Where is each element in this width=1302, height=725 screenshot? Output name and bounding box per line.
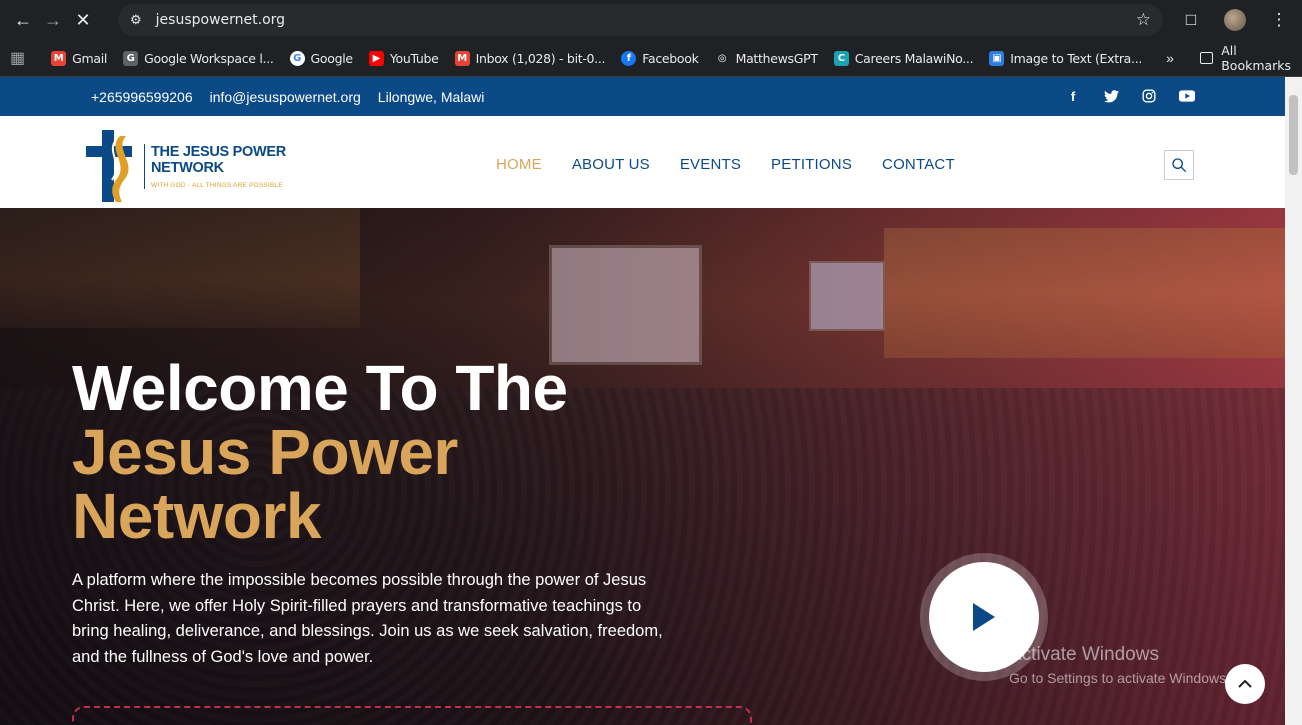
gmail-icon: M	[51, 50, 67, 66]
hero-heading-line1: Welcome To The	[72, 352, 568, 424]
bookmark-label: Google	[310, 50, 354, 66]
bookmark-label: Image to Text (Extra...	[1010, 50, 1143, 66]
browser-menu-icon[interactable]: ⋮	[1264, 5, 1294, 35]
cross-logo-icon	[86, 130, 138, 202]
nav-contact[interactable]: CONTACT	[882, 156, 955, 173]
site-header: THE JESUS POWER NETWORK WITH GOD - ALL T…	[0, 116, 1285, 208]
activate-windows-subtitle: Go to Settings to activate Windows.	[1009, 670, 1230, 686]
search-icon	[1172, 158, 1187, 173]
bookmark-item[interactable]: G Google	[289, 50, 354, 66]
bookmark-label: Inbox (1,028) - bit-0...	[475, 50, 606, 66]
all-bookmarks-button[interactable]: All Bookmarks	[1199, 43, 1294, 73]
facebook-icon: f	[621, 50, 637, 66]
search-button[interactable]	[1164, 150, 1194, 180]
image-text-icon: ▣	[989, 50, 1005, 66]
youtube-icon: ▶	[368, 50, 384, 66]
bookmark-label: Gmail	[72, 50, 108, 66]
site-info-icon[interactable]: ⚙	[130, 12, 142, 28]
nav-petitions[interactable]: PETITIONS	[771, 156, 852, 173]
activate-windows-watermark: Activate Windows Go to Settings to activ…	[1009, 644, 1230, 686]
scrollbar-thumb[interactable]	[1289, 95, 1298, 175]
bookmark-label: YouTube	[389, 50, 439, 66]
contact-topbar: +265996599206 info@jesuspowernet.org Lil…	[0, 77, 1285, 116]
careers-icon: C	[833, 50, 849, 66]
hero-heading-line2: Jesus Power	[72, 416, 458, 488]
instagram-icon[interactable]	[1141, 88, 1157, 104]
hero-description: A platform where the impossible becomes …	[72, 571, 663, 666]
all-bookmarks-label: All Bookmarks	[1221, 43, 1292, 73]
page-scrollbar[interactable]	[1285, 77, 1302, 725]
workspace-icon: G	[123, 50, 139, 66]
scroll-to-top-button[interactable]	[1225, 664, 1265, 704]
hero-dashed-card	[72, 706, 752, 725]
nav-events[interactable]: EVENTS	[680, 156, 741, 173]
back-icon[interactable]: ←	[8, 5, 38, 35]
bookmark-item[interactable]: G Google Workspace l...	[123, 50, 274, 66]
browser-toolbar: ← → ✕ ⚙ jesuspowernet.org ☆ □ ⋮	[0, 0, 1302, 40]
bookmarks-bar: ▦ M Gmail G Google Workspace l... G Google ▶ Yo…	[0, 40, 1302, 77]
chevron-up-icon	[1238, 679, 1252, 688]
more-bookmarks-icon[interactable]: »	[1166, 50, 1174, 66]
facebook-icon[interactable]: f	[1065, 88, 1081, 104]
bookmark-item[interactable]: C Careers MalawiNo...	[833, 50, 974, 66]
bookmark-label: MatthewsGPT	[735, 50, 818, 66]
extensions-icon[interactable]: □	[1176, 5, 1206, 35]
hero-heading-line3: Network	[72, 480, 321, 552]
stop-loading-icon[interactable]: ✕	[68, 5, 98, 35]
bookmark-item[interactable]: ▶ YouTube	[368, 50, 439, 66]
folder-icon	[1199, 52, 1214, 64]
logo-tagline: WITH GOD - ALL THINGS ARE POSSIBLE	[151, 181, 283, 189]
bookmark-item[interactable]: M Inbox (1,028) - bit-0...	[454, 50, 606, 66]
gmail-icon: M	[454, 50, 470, 66]
main-nav: HOME ABOUT US EVENTS PETITIONS CONTACT	[496, 156, 955, 173]
nav-about-us[interactable]: ABOUT US	[572, 156, 650, 173]
bookmark-label: Google Workspace l...	[144, 50, 274, 66]
bookmark-label: Facebook	[642, 50, 699, 66]
logo-title-line2: NETWORK	[151, 159, 224, 176]
twitter-icon[interactable]	[1103, 88, 1119, 104]
profile-avatar[interactable]	[1220, 5, 1250, 35]
play-icon	[973, 603, 995, 631]
youtube-icon[interactable]	[1179, 88, 1195, 104]
openai-icon: ◎	[717, 52, 727, 64]
hero-banner: Welcome To The Jesus Power Network A pla…	[0, 208, 1285, 725]
address-bar[interactable]: ⚙ jesuspowernet.org ☆	[118, 4, 1163, 36]
google-icon: G	[289, 50, 305, 66]
bookmark-label: Careers MalawiNo...	[854, 50, 974, 66]
bookmark-item[interactable]: f Facebook	[621, 50, 699, 66]
url-text[interactable]: jesuspowernet.org	[156, 12, 285, 28]
apps-grid-icon[interactable]: ▦	[10, 48, 25, 68]
phone-link[interactable]: +265996599206	[91, 89, 193, 105]
logo-title-line1: THE JESUS POWER	[151, 143, 286, 160]
nav-home[interactable]: HOME	[496, 156, 542, 173]
forward-icon[interactable]: →	[38, 5, 68, 35]
bookmark-item[interactable]: M Gmail	[51, 50, 108, 66]
bookmark-item[interactable]: ▣ Image to Text (Extra...	[989, 50, 1143, 66]
email-link[interactable]: info@jesuspowernet.org	[210, 89, 361, 105]
bookmark-item[interactable]: ◎ MatthewsGPT	[715, 51, 818, 66]
activate-windows-title: Activate Windows	[1009, 644, 1159, 665]
site-logo[interactable]: THE JESUS POWER NETWORK WITH GOD - ALL T…	[86, 130, 286, 202]
webpage: +265996599206 info@jesuspowernet.org Lil…	[0, 77, 1285, 725]
bookmark-star-icon[interactable]: ☆	[1136, 10, 1151, 30]
location-text: Lilongwe, Malawi	[377, 88, 485, 105]
